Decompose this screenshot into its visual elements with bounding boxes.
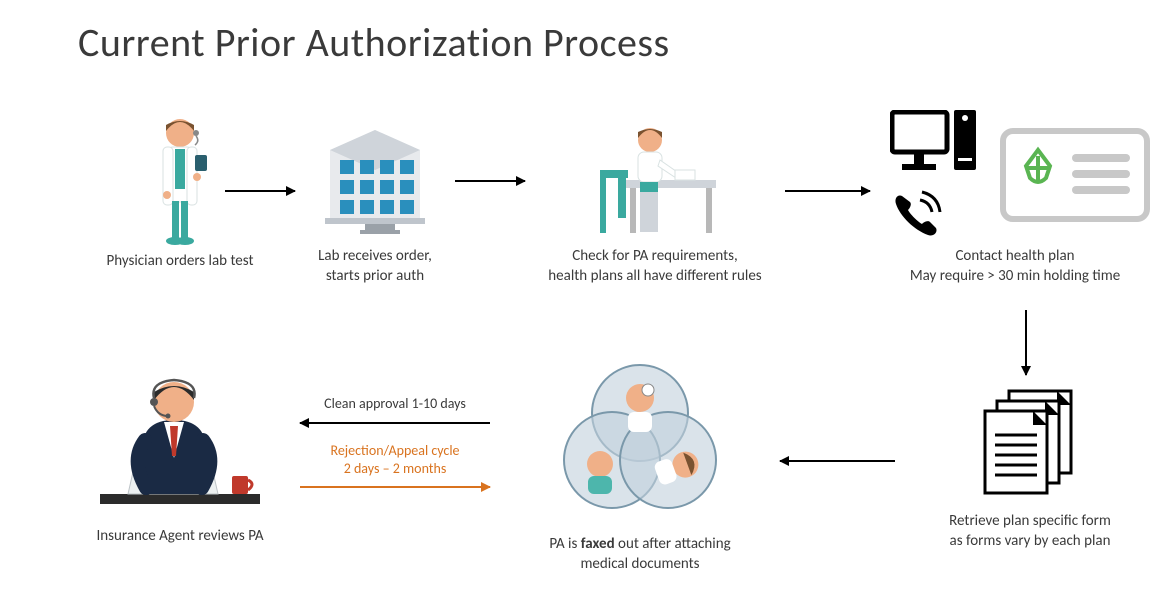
caption-lab-line1: Lab receives order, <box>318 247 432 265</box>
caption-check-pa: Check for PA requirements, health plans … <box>548 246 761 287</box>
arrow-5 <box>780 460 895 462</box>
caption-agent: Insurance Agent reviews PA <box>96 526 263 546</box>
arrow-3 <box>785 190 870 192</box>
caption-lab: Lab receives order, starts prior auth <box>318 246 432 287</box>
arrow-rejection <box>300 486 490 488</box>
caption-lab-line2: starts prior auth <box>326 267 424 285</box>
label-rejection: Rejection/Appeal cycle 2 days – 2 months <box>300 442 490 478</box>
step-fax: PA is faxed out after attaching medical … <box>510 358 770 575</box>
caption-retrieve-line1: Retrieve plan specific form <box>949 512 1111 530</box>
step-retrieve-form: Retrieve plan specific form as forms var… <box>920 385 1140 552</box>
step-contact-health-plan: Contact health plan May require > 30 min… <box>870 110 1160 287</box>
caption-contact-line1: Contact health plan <box>955 247 1074 265</box>
caption-fax: PA is faxed out after attaching medical … <box>549 534 730 575</box>
step-check-pa: Check for PA requirements, health plans … <box>530 120 780 287</box>
caption-fax-post: out after attaching <box>615 535 731 553</box>
caption-fax-line2: medical documents <box>580 555 699 573</box>
caption-physician: Physician orders lab test <box>106 251 253 271</box>
step-physician: Physician orders lab test <box>85 115 275 271</box>
contact-icons-group <box>870 110 1160 240</box>
caption-retrieve: Retrieve plan specific form as forms var… <box>949 511 1111 552</box>
caption-contact: Contact health plan May require > 30 min… <box>910 246 1120 287</box>
arrow-approval <box>300 422 490 424</box>
caption-check-line2: health plans all have different rules <box>548 267 761 285</box>
arrow-2 <box>455 180 525 182</box>
page-title: Current Prior Authorization Process <box>78 18 670 67</box>
physician-icon <box>145 115 215 245</box>
caption-fax-bold: faxed <box>581 535 615 553</box>
arrow-4 <box>1025 310 1027 375</box>
caption-fax-pre: PA is <box>549 535 580 553</box>
step-insurance-agent: Insurance Agent reviews PA <box>65 370 295 546</box>
label-approval: Clean approval 1-10 days <box>300 395 490 413</box>
person-at-desk-icon <box>580 120 730 240</box>
documents-icon <box>975 385 1085 505</box>
step-lab: Lab receives order, starts prior auth <box>285 110 465 287</box>
label-rejection-line2: 2 days – 2 months <box>344 460 447 477</box>
caption-contact-line2: May require > 30 min holding time <box>910 267 1120 285</box>
caption-retrieve-line2: as forms vary by each plan <box>950 532 1111 550</box>
caption-check-line1: Check for PA requirements, <box>572 247 737 265</box>
building-icon <box>310 110 440 240</box>
venn-team-icon <box>550 358 730 528</box>
agent-at-laptop-icon <box>90 370 270 520</box>
label-rejection-line1: Rejection/Appeal cycle <box>330 442 459 459</box>
